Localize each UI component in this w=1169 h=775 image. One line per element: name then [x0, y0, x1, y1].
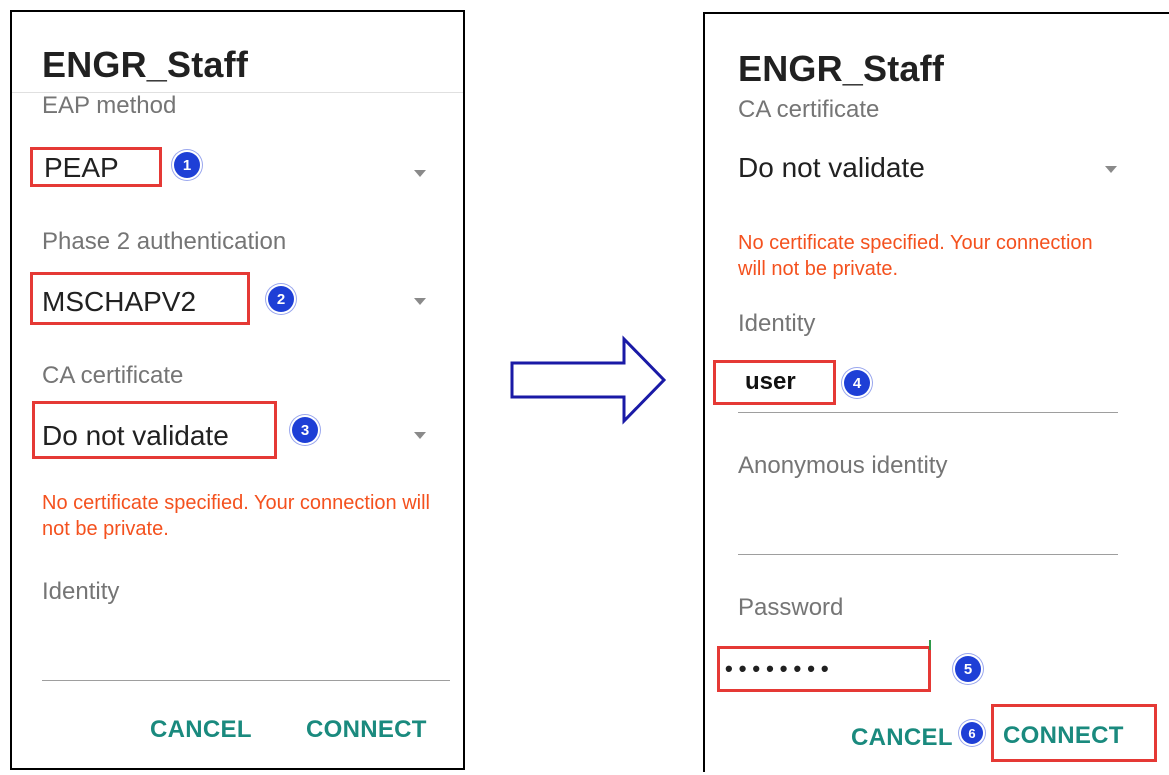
phase2-label: Phase 2 authentication [42, 228, 287, 255]
anonymous-identity-input[interactable] [738, 554, 1118, 555]
identity-underline [738, 412, 1118, 413]
certificate-warning: No certificate specified. Your connectio… [738, 232, 1093, 280]
highlight-box [713, 360, 836, 405]
ca-cert-value[interactable]: Do not validate [738, 152, 925, 184]
step-badge-6: 6 [961, 722, 983, 744]
password-label: Password [738, 594, 844, 621]
identity-label: Identity [738, 310, 816, 337]
ca-cert-label: CA certificate [42, 362, 184, 389]
left-wifi-dialog: ENGR_Staff EAP method PEAP 1 Phase 2 aut… [10, 10, 465, 770]
dropdown-caret-icon[interactable] [414, 432, 426, 439]
cancel-button[interactable]: CANCEL [851, 724, 953, 752]
step-badge-1: 1 [174, 152, 200, 178]
highlight-box [30, 147, 162, 187]
dropdown-caret-icon[interactable] [414, 170, 426, 177]
connect-button[interactable]: CONNECT [306, 716, 427, 744]
anonymous-identity-label: Anonymous identity [738, 452, 948, 479]
right-arrow-icon [510, 335, 667, 425]
dropdown-caret-icon[interactable] [1105, 166, 1117, 173]
connect-button[interactable]: CONNECT [1003, 722, 1124, 750]
text-cursor [929, 640, 931, 650]
dialog-title: ENGR_Staff [738, 48, 945, 89]
dialog-title: ENGR_Staff [42, 44, 249, 85]
step-badge-2: 2 [268, 286, 294, 312]
highlight-box [30, 272, 250, 325]
right-wifi-dialog: ENGR_Staff CA certificate Do not validat… [703, 12, 1169, 772]
identity-label: Identity [42, 578, 120, 605]
step-badge-3: 3 [292, 417, 318, 443]
identity-input[interactable] [42, 680, 450, 681]
step-badge-4: 4 [844, 370, 870, 396]
dropdown-caret-icon[interactable] [414, 298, 426, 305]
step-badge-5: 5 [955, 656, 981, 682]
ca-cert-label: CA certificate [738, 96, 880, 123]
certificate-warning: No certificate specified. Your connectio… [42, 492, 430, 540]
cancel-button[interactable]: CANCEL [150, 716, 252, 744]
eap-method-label: EAP method [42, 92, 177, 119]
highlight-box [32, 401, 277, 459]
highlight-box [717, 646, 931, 692]
